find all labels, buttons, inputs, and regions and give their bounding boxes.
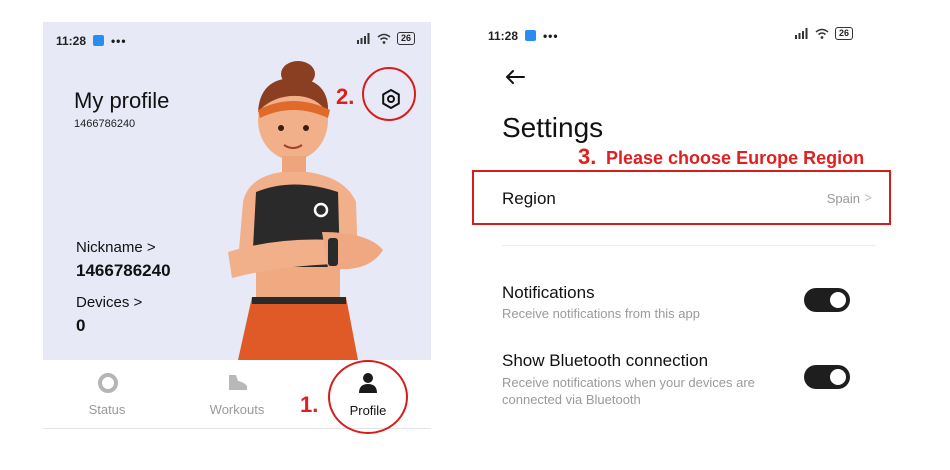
bluetooth-title: Show Bluetooth connection xyxy=(502,351,709,370)
region-row[interactable]: Region Spain > xyxy=(490,175,880,221)
devices-count: 0 xyxy=(76,316,86,335)
user-id: 1466786240 xyxy=(74,118,136,130)
status-ring-icon xyxy=(98,373,118,393)
tab-status[interactable]: Status xyxy=(47,360,167,428)
status-time: 11:28 xyxy=(488,29,519,43)
toggle-knob xyxy=(830,369,846,385)
status-dots: ••• xyxy=(110,34,127,48)
battery-indicator: 26 xyxy=(835,27,854,40)
back-arrow-icon[interactable] xyxy=(504,68,526,86)
app-notification-icon xyxy=(525,30,537,41)
status-dots: ••• xyxy=(542,29,559,43)
page-title: My profile xyxy=(74,88,170,113)
app-notification-icon xyxy=(93,35,105,46)
status-bar-right-right-phone: 26 xyxy=(795,27,854,40)
signal-icon xyxy=(356,33,370,44)
tab-workouts[interactable]: Workouts xyxy=(177,360,297,428)
status-time: 11:28 xyxy=(56,34,87,48)
wifi-icon xyxy=(377,33,391,44)
annotation-step-1: 1. xyxy=(300,392,319,417)
section-divider xyxy=(502,245,875,246)
annotation-step-2: 2. xyxy=(336,84,355,109)
battery-indicator: 26 xyxy=(396,32,415,45)
status-bar-left-right-phone: 11:28 ••• xyxy=(488,27,559,45)
bluetooth-subtitle-line2: connected via Bluetooth xyxy=(502,392,641,407)
bluetooth-subtitle-line1: Receive notifications when your devices … xyxy=(502,375,755,390)
annotation-step-3-text: Please choose Europe Region xyxy=(606,148,865,168)
annotation-circle-settings xyxy=(362,67,416,121)
notifications-title: Notifications xyxy=(502,283,595,302)
nickname-value: 1466786240 xyxy=(76,261,171,280)
page-title: Settings xyxy=(502,112,604,143)
wifi-icon xyxy=(815,28,829,39)
region-value: Spain xyxy=(826,191,860,206)
status-bar-right: 26 xyxy=(356,32,415,45)
status-bar-left: 11:28 ••• xyxy=(56,32,127,50)
chevron-right-icon: > xyxy=(864,190,872,205)
notifications-subtitle: Receive notifications from this app xyxy=(502,306,700,321)
tab-workouts-label: Workouts xyxy=(209,402,265,417)
region-label: Region xyxy=(502,189,556,208)
tab-status-label: Status xyxy=(88,402,126,417)
bluetooth-toggle[interactable] xyxy=(804,365,850,389)
signal-icon xyxy=(795,28,808,39)
toggle-knob xyxy=(830,292,846,308)
annotation-step-3: 3. xyxy=(578,144,597,169)
shoe-icon xyxy=(229,375,247,390)
nickname-link[interactable]: Nickname > xyxy=(76,239,156,256)
annotation-circle-profile-tab xyxy=(328,360,408,434)
devices-link[interactable]: Devices > xyxy=(76,294,142,311)
notifications-toggle[interactable] xyxy=(804,288,850,312)
